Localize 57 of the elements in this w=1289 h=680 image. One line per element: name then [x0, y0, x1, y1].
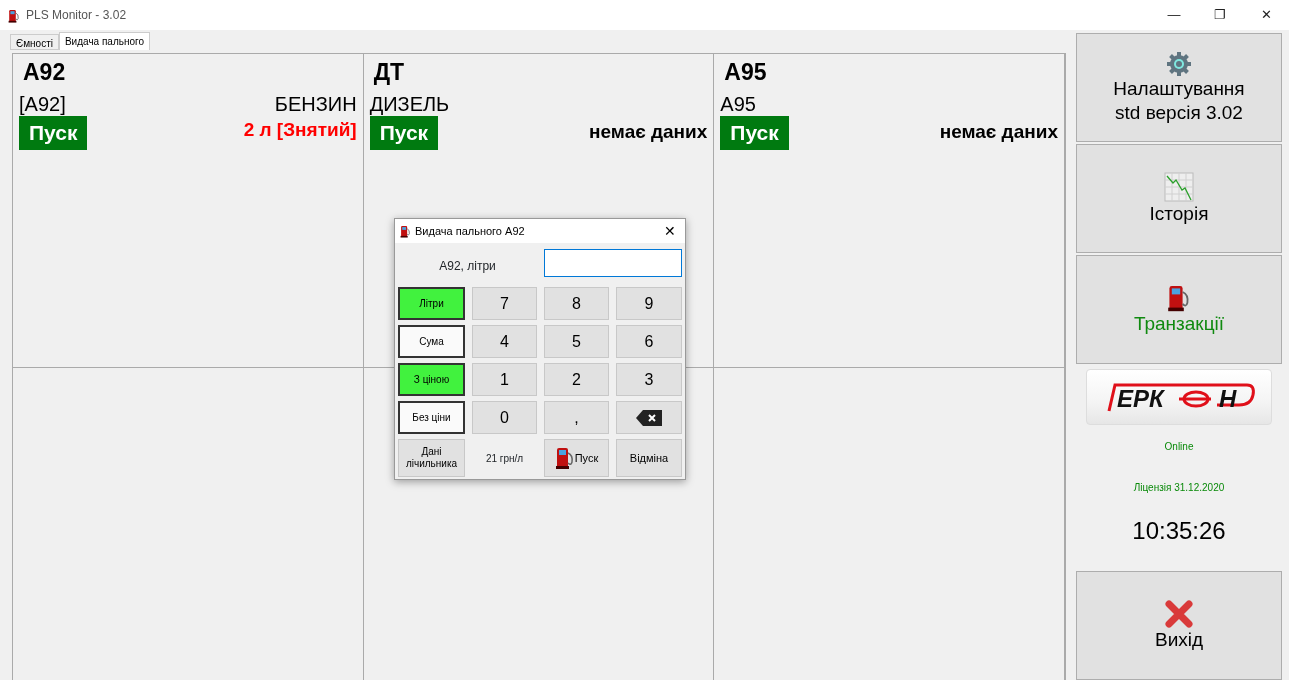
pump-name: А95 — [724, 58, 768, 86]
tab[interactable]: Ємності — [10, 34, 59, 50]
pump-name: ДТ — [373, 58, 406, 86]
key-button[interactable]: 1 — [472, 363, 537, 396]
field-label: А92, літри — [438, 257, 497, 275]
close-icon — [1165, 599, 1193, 628]
fuel-pump-icon — [400, 225, 411, 239]
start-button[interactable]: Пуск — [19, 116, 88, 150]
start-button[interactable]: Пуск — [720, 116, 789, 150]
key-button[interactable]: 4 — [472, 325, 537, 358]
product-code: А95 — [720, 92, 756, 116]
gear-icon — [1166, 50, 1192, 77]
key-button[interactable]: 8 — [544, 287, 609, 320]
pump-status: немає даних — [939, 120, 1058, 144]
start-button[interactable]: Пуск — [544, 439, 609, 477]
exit-button[interactable]: Вихід — [1076, 571, 1282, 680]
key-button[interactable]: 0 — [472, 401, 537, 434]
license-date: Ліцензія 31.12.2020 — [1133, 481, 1225, 495]
close-button[interactable]: ✕ — [1243, 5, 1289, 25]
pump-name: А92 — [23, 58, 67, 86]
key-button[interactable]: 3 — [616, 363, 682, 396]
pump-status: 2 л [Знятий] — [243, 118, 357, 142]
pump-status: немає даних — [589, 120, 708, 144]
product-code: ДИЗЕЛЬ — [369, 92, 450, 116]
close-button[interactable]: ✕ — [655, 219, 685, 243]
backspace-button[interactable] — [616, 401, 682, 434]
window-title: PLS Monitor - 3.02 — [26, 7, 127, 24]
key-button[interactable]: 5 — [544, 325, 609, 358]
price-label: 21 грн/л — [484, 451, 525, 466]
backspace-icon — [636, 409, 662, 426]
start-button[interactable]: Пуск — [369, 116, 439, 150]
product-name: БЕНЗИН — [274, 92, 357, 116]
maximize-button[interactable]: ❐ — [1197, 5, 1243, 25]
key-button[interactable]: 2 — [544, 363, 609, 396]
key-button[interactable]: , — [544, 401, 609, 434]
settings-button[interactable]: Налаштування std версія 3.02 — [1076, 33, 1282, 142]
tab[interactable]: Видача пального — [58, 32, 151, 50]
connection-status: Online — [1164, 440, 1194, 454]
minimize-button[interactable]: — — [1151, 5, 1197, 25]
history-button[interactable]: Історія — [1076, 144, 1282, 253]
mode-button[interactable]: Без ціни — [398, 401, 465, 434]
fuel-pump-icon — [1167, 283, 1191, 312]
mode-button[interactable]: З ціною — [398, 363, 465, 396]
dialog-title: Видача пального А92 — [415, 223, 525, 239]
meter-button[interactable]: Дані лічильника — [398, 439, 465, 477]
clock-time: 10:35:26 — [1132, 516, 1226, 546]
mode-button[interactable]: Сума — [398, 325, 465, 358]
fuel-pump-icon — [554, 447, 575, 469]
key-button[interactable]: 9 — [616, 287, 682, 320]
key-button[interactable]: 7 — [472, 287, 537, 320]
key-button[interactable]: 6 — [616, 325, 682, 358]
mode-button[interactable]: Літри — [398, 287, 465, 320]
fuel-pump-icon — [8, 8, 20, 23]
product-code: [А92] — [19, 92, 66, 116]
cancel-button[interactable]: Відміна — [616, 439, 682, 477]
chart-icon — [1164, 171, 1194, 202]
input-field[interactable] — [544, 249, 682, 277]
